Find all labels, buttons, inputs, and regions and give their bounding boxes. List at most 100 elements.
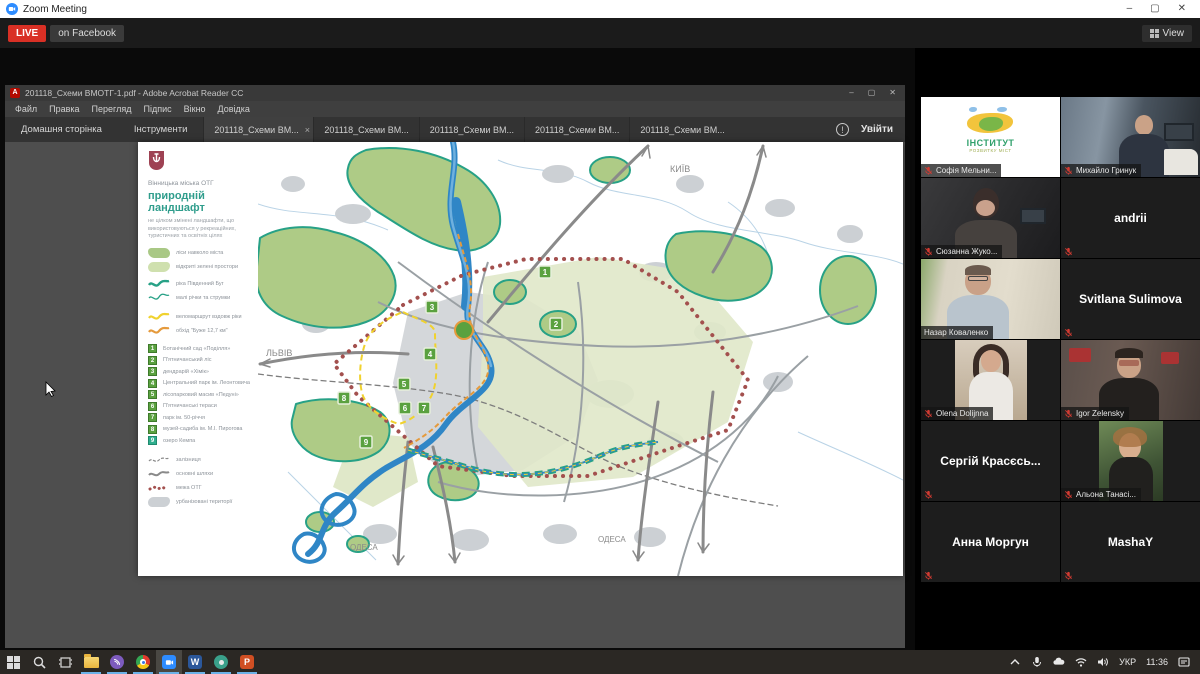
participant-tile[interactable]: Анна Моргун bbox=[921, 502, 1060, 582]
site-label: П'ятничанські тераси bbox=[163, 403, 217, 409]
file-explorer-button[interactable] bbox=[78, 650, 104, 674]
close-icon[interactable]: ✕ bbox=[1178, 0, 1186, 18]
legend-org: Вінницька міська ОТГ bbox=[148, 180, 260, 187]
hidden-icons-chevron[interactable] bbox=[1009, 656, 1021, 668]
tray-mic-icon[interactable] bbox=[1031, 656, 1043, 668]
site-number: 9 bbox=[148, 436, 157, 445]
participant-tile-active-speaker[interactable]: Назар Коваленко bbox=[921, 259, 1060, 339]
tab-tools[interactable]: Інструменти bbox=[118, 117, 204, 142]
legend-area-label: ріка Південний Буг bbox=[176, 281, 224, 287]
powerpoint-icon: P bbox=[240, 655, 254, 669]
media-app-button[interactable] bbox=[208, 650, 234, 674]
close-tab-icon[interactable]: × bbox=[305, 125, 310, 135]
network-icon[interactable] bbox=[1075, 656, 1087, 668]
streams-swatch bbox=[148, 293, 170, 303]
folder-icon bbox=[84, 657, 99, 668]
doc-tab-3-label: 201118_Схеми ВМ... bbox=[430, 125, 514, 135]
participant-tile[interactable]: Сергій Красєсь... bbox=[921, 421, 1060, 501]
mic-muted-icon bbox=[1064, 328, 1073, 337]
site-number: 7 bbox=[148, 413, 157, 422]
site-label: озеро Кемпа bbox=[163, 438, 195, 444]
site-number: 6 bbox=[148, 402, 157, 411]
participant-tile[interactable]: MashaY bbox=[1061, 502, 1200, 582]
menu-file[interactable]: Файл bbox=[15, 104, 37, 114]
site-label: лісопарковий масив «Педуні» bbox=[163, 392, 239, 398]
acrobat-title: 201118_Схеми ВМОТГ-1.pdf - Adobe Acrobat… bbox=[25, 88, 849, 98]
acrobat-minimize-icon[interactable]: – bbox=[849, 85, 853, 101]
menu-view[interactable]: Перегляд bbox=[92, 104, 132, 114]
participant-tile[interactable]: Olena Dolijnna bbox=[921, 340, 1060, 420]
svg-text:2: 2 bbox=[554, 320, 559, 329]
bike-route-swatch bbox=[148, 312, 170, 322]
acrobat-tabbar: Домашня сторінка Інструменти 201118_Схем… bbox=[5, 117, 905, 142]
tab-home[interactable]: Домашня сторінка bbox=[5, 117, 118, 142]
language-indicator[interactable]: УКР bbox=[1119, 657, 1136, 667]
numbered-sites-list: 1Ботанічний сад «Поділля» 2П'ятничанськи… bbox=[148, 344, 260, 445]
doc-tab-2[interactable]: 201118_Схеми ВМ... bbox=[313, 117, 418, 142]
onedrive-icon[interactable] bbox=[1053, 656, 1065, 668]
doc-tab-4[interactable]: 201118_Схеми ВМ... bbox=[524, 117, 629, 142]
notifications-icon[interactable]: ! bbox=[836, 123, 849, 136]
word-icon: W bbox=[188, 655, 202, 669]
menu-help[interactable]: Довідка bbox=[218, 104, 250, 114]
ukraine-map-logo-icon bbox=[963, 107, 1019, 137]
pdf-viewport[interactable]: Вінницька міська ОТГ природній ландшафт … bbox=[5, 142, 905, 648]
participant-tile[interactable]: Igor Zelensky bbox=[1061, 340, 1200, 420]
menu-edit[interactable]: Правка bbox=[49, 104, 79, 114]
chrome-button[interactable] bbox=[130, 650, 156, 674]
powerpoint-button[interactable]: P bbox=[234, 650, 260, 674]
maximize-icon[interactable]: ▢ bbox=[1150, 0, 1159, 18]
zoom-topbar: LIVE on Facebook View bbox=[0, 18, 1200, 48]
doc-tab-1[interactable]: 201118_Схеми ВМ... × bbox=[203, 117, 313, 142]
minimize-icon[interactable]: – bbox=[1127, 0, 1133, 18]
participant-tile[interactable]: Альона Танасі... bbox=[1061, 421, 1200, 501]
task-view-button[interactable] bbox=[52, 650, 78, 674]
menu-sign[interactable]: Підпис bbox=[144, 104, 172, 114]
live-badge: LIVE bbox=[8, 25, 46, 42]
search-button[interactable] bbox=[26, 650, 52, 674]
infra-label: межа ОТГ bbox=[176, 485, 202, 491]
label-odesa-b: ОДЕСА bbox=[598, 535, 626, 544]
forest-swatch bbox=[148, 248, 170, 258]
view-button[interactable]: View bbox=[1142, 25, 1193, 42]
clock[interactable]: 11:36 bbox=[1146, 657, 1168, 667]
legend-description: не цілком змінені ландшафти, що використ… bbox=[148, 218, 248, 240]
word-button[interactable]: W bbox=[182, 650, 208, 674]
acrobat-maximize-icon[interactable]: ▢ bbox=[868, 85, 876, 101]
start-button[interactable] bbox=[0, 650, 26, 674]
legend-area-label: відкриті зелені простори bbox=[176, 264, 238, 270]
doc-tab-3[interactable]: 201118_Схеми ВМ... bbox=[419, 117, 524, 142]
volume-icon[interactable] bbox=[1097, 656, 1109, 668]
mic-muted-icon bbox=[1064, 166, 1073, 175]
sign-in-button[interactable]: Увійти bbox=[861, 124, 893, 135]
participant-name: Альона Танасі... bbox=[1076, 490, 1136, 499]
video-grid: ІНСТИТУТ РОЗВИТКУ МІСТ Софія Мельни... М… bbox=[921, 97, 1200, 582]
participant-tile[interactable]: Михайло Гринук bbox=[1061, 97, 1200, 177]
acrobat-close-icon[interactable]: ✕ bbox=[889, 85, 896, 101]
participant-tile[interactable]: ІНСТИТУТ РОЗВИТКУ МІСТ Софія Мельни... bbox=[921, 97, 1060, 177]
pdf-page: Вінницька міська ОТГ природній ландшафт … bbox=[138, 142, 903, 576]
label-kyiv: КИЇВ bbox=[670, 164, 690, 174]
participant-tile[interactable]: Svitlana Sulimova bbox=[1061, 259, 1200, 339]
viber-button[interactable] bbox=[104, 650, 130, 674]
action-center-icon[interactable] bbox=[1178, 656, 1190, 668]
menu-window[interactable]: Вікно bbox=[184, 104, 206, 114]
participant-name: Михайло Гринук bbox=[1076, 166, 1136, 175]
participant-tile[interactable]: andrii bbox=[1061, 178, 1200, 258]
legend-heading: природній ландшафт bbox=[148, 190, 260, 214]
participant-name: MashaY bbox=[1061, 502, 1200, 582]
live-on-facebook-label[interactable]: on Facebook bbox=[50, 25, 124, 42]
trail-swatch bbox=[148, 326, 170, 336]
svg-text:9: 9 bbox=[364, 438, 369, 447]
doc-tab-5[interactable]: 201118_Схеми ВМ... bbox=[629, 117, 734, 142]
zoom-app-button[interactable] bbox=[156, 650, 182, 674]
site-label: Ботанічний сад «Поділля» bbox=[163, 346, 230, 352]
participant-tile[interactable]: Сюзанна Жуко... bbox=[921, 178, 1060, 258]
site-label: Центральний парк ім. Леонтовича bbox=[163, 380, 250, 386]
legend-area-label: обхід "Буже 12,7 км" bbox=[176, 328, 228, 334]
zoom-icon bbox=[162, 655, 176, 669]
svg-text:7: 7 bbox=[422, 404, 427, 413]
route-hub bbox=[455, 321, 473, 339]
participant-name: Сюзанна Жуко... bbox=[936, 247, 997, 256]
acrobat-menubar: Файл Правка Перегляд Підпис Вікно Довідк… bbox=[5, 101, 905, 117]
